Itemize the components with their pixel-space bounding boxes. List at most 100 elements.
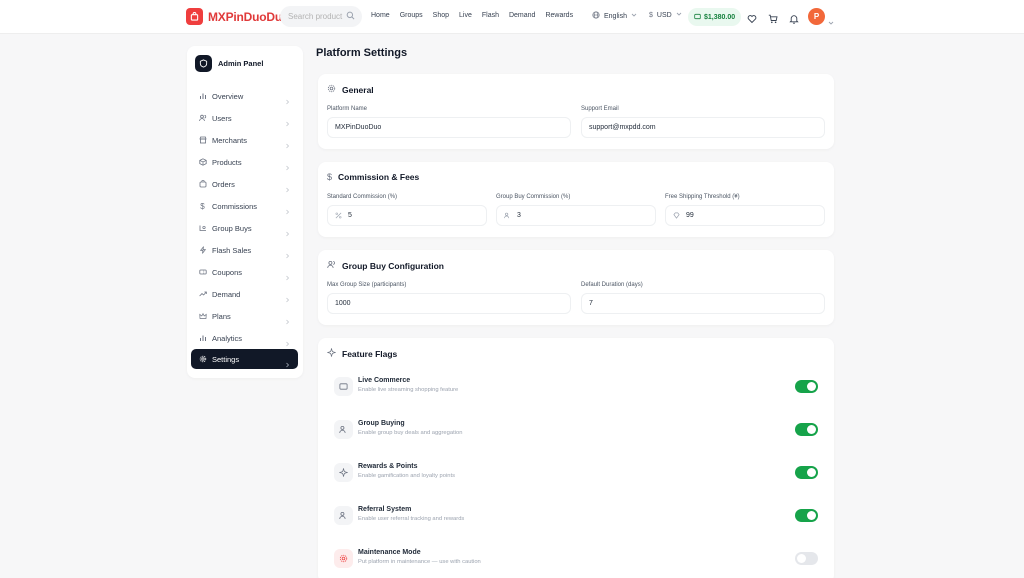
section-title: Group Buy Configuration [327,260,444,271]
sidebar-item-coupons[interactable]: Coupons [191,262,298,282]
trend-icon [198,290,207,299]
search-icon[interactable] [346,11,355,22]
toggle-maintenance-mode[interactable] [795,552,818,565]
wallet-balance[interactable]: $1,380.00 [688,8,742,26]
admin-sidebar: Admin Panel Overview Users Merchants Pro… [187,46,303,378]
sidebar-item-settings[interactable]: Settings [191,349,298,369]
standard-commission-label: Standard Commission (%) [327,194,398,200]
chevron-down-icon[interactable] [828,13,834,31]
shipping-threshold-field[interactable]: 99 [665,205,825,226]
group-buy-card: Group Buy Configuration Max Group Size (… [318,250,834,325]
language-label: English [604,12,627,20]
sidebar-item-overview[interactable]: Overview [191,86,298,106]
sidebar-item-label: Plans [212,311,231,321]
default-duration-field[interactable]: 7 [581,293,825,314]
cart-icon[interactable] [768,11,778,29]
shield-icon [195,55,212,72]
standard-commission-field[interactable]: 5 [327,205,487,226]
currency-label: USD [656,11,672,19]
sidebar-item-group-buys[interactable]: Group Buys [191,218,298,238]
platform-name-field[interactable]: MXPinDuoDuo [327,117,571,138]
sidebar-item-label: Analytics [212,333,243,343]
sidebar-item-label: Overview [212,91,244,101]
platform-name-value: MXPinDuoDuo [335,124,382,131]
toggle-rewards-points[interactable] [795,466,818,479]
sidebar-item-label: Demand [212,289,241,299]
flag-description: Enable user referral tracking and reward… [358,516,465,522]
chevron-down-icon [676,11,682,19]
group-commission-field[interactable]: 3 [496,205,656,226]
sidebar-item-commissions[interactable]: $ Commissions [191,196,298,216]
toggle-knob [807,511,816,520]
users-icon [334,420,353,439]
users-icon [504,212,511,219]
bell-icon[interactable] [789,11,799,29]
sidebar-item-label: Flash Sales [212,245,252,255]
sidebar-item-flash-sales[interactable]: Flash Sales [191,240,298,260]
general-card: General Platform Name MXPinDuoDuo Suppor… [318,74,834,149]
flag-description: Enable group buy deals and aggregation [358,430,463,436]
gear-icon [334,549,353,568]
currency-selector[interactable]: $ USD [649,11,682,19]
max-group-size-field[interactable]: 1000 [327,293,571,314]
sidebar-header: Admin Panel [195,55,263,72]
flag-description: Put platform in maintenance — use with c… [358,559,481,565]
sidebar-item-orders[interactable]: Orders [191,174,298,194]
users-icon [198,114,207,123]
toggle-live-commerce[interactable] [795,380,818,393]
group-icon [198,224,207,233]
sidebar-item-label: Products [212,157,242,167]
nav-home[interactable]: Home [371,12,390,19]
sidebar-item-analytics[interactable]: Analytics [191,328,298,348]
toggle-knob [797,554,806,563]
nav-flash[interactable]: Flash [482,12,499,19]
gear-icon [327,84,336,95]
search-input[interactable]: Search product [280,6,362,27]
standard-commission-value: 5 [348,212,352,219]
sidebar-item-users[interactable]: Users [191,108,298,128]
heart-icon[interactable] [747,11,757,29]
nav-shop[interactable]: Shop [433,12,449,19]
store-icon [198,136,207,145]
sidebar-title: Admin Panel [218,59,264,68]
language-selector[interactable]: English [592,11,637,21]
support-email-field[interactable]: support@mxpdd.com [581,117,825,138]
flag-name: Group Buying [358,420,405,427]
toggle-referral-system[interactable] [795,509,818,522]
search-placeholder: Search product [288,12,343,21]
flag-row-referral-system: Referral System Enable user referral tra… [334,506,820,536]
nav-live[interactable]: Live [459,12,472,19]
sidebar-item-label: Users [212,113,232,123]
flag-name: Maintenance Mode [358,549,421,556]
chevron-down-icon [631,12,637,20]
nav-rewards[interactable]: Rewards [545,12,573,19]
sidebar-item-merchants[interactable]: Merchants [191,130,298,150]
toggle-knob [807,468,816,477]
sidebar-item-demand[interactable]: Demand [191,284,298,304]
toggle-group-buying[interactable] [795,423,818,436]
max-group-size-value: 1000 [335,300,351,307]
section-title: General [327,84,374,95]
group-buy-title: Group Buy Configuration [342,260,444,271]
sidebar-item-products[interactable]: Products [191,152,298,172]
max-group-size-label: Max Group Size (participants) [327,282,407,288]
flag-name: Referral System [358,506,412,513]
section-title: $ Commission & Fees [327,172,419,182]
tv-icon [334,377,353,396]
feature-flags-title: Feature Flags [342,348,398,359]
nav-demand[interactable]: Demand [509,12,535,19]
avatar[interactable]: P [808,8,825,25]
brand-logo[interactable]: MXPinDuoDuo [186,8,289,25]
flag-row-group-buying: Group Buying Enable group buy deals and … [334,420,820,450]
wallet-icon [694,13,701,22]
shipping-threshold-label: Free Shipping Threshold (¥) [665,194,740,200]
commission-card: $ Commission & Fees Standard Commission … [318,162,834,237]
diamond-icon [673,212,680,219]
balance-amount: $1,380.00 [704,13,736,21]
flag-row-live-commerce: Live Commerce Enable live streaming shop… [334,377,820,407]
nav-groups[interactable]: Groups [400,12,423,19]
sidebar-item-plans[interactable]: Plans [191,306,298,326]
general-title: General [342,84,374,95]
toggle-knob [807,425,816,434]
flag-row-maintenance-mode: Maintenance Mode Put platform in mainten… [334,549,820,578]
